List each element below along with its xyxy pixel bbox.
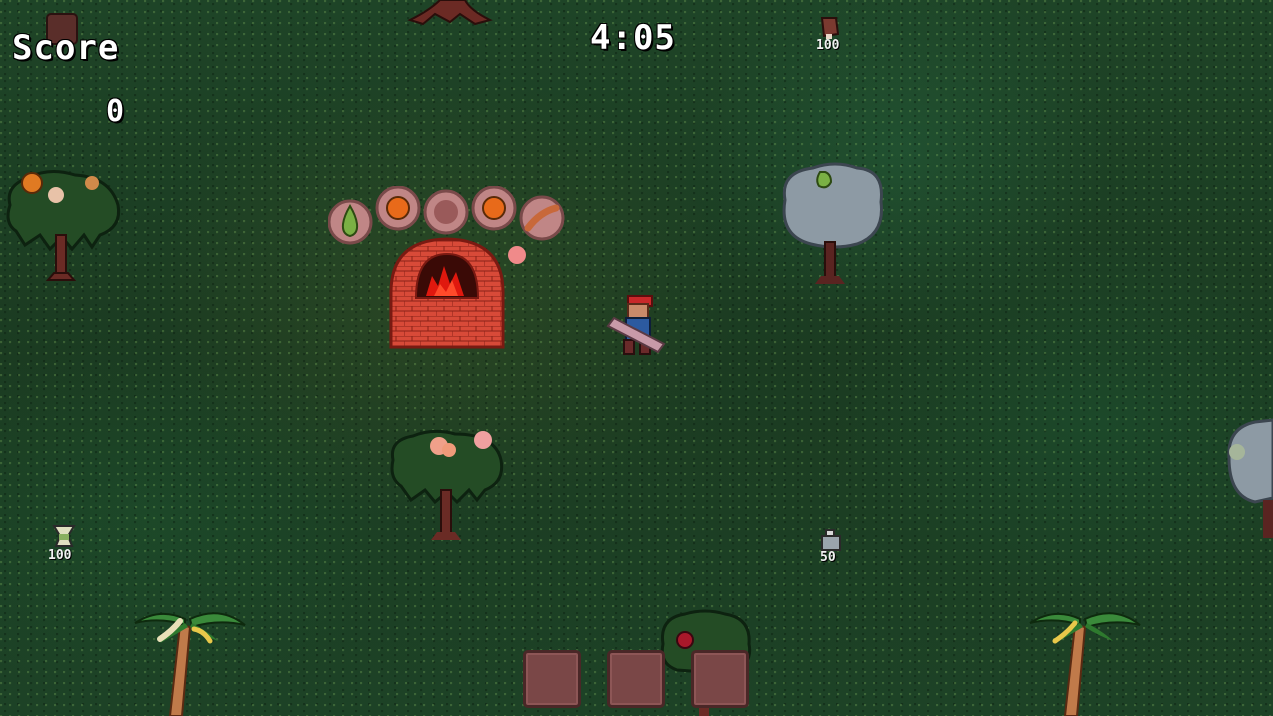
countdown-timer: 4:05 <box>590 18 676 58</box>
orange-tree[interactable] <box>0 165 125 290</box>
meat-leg-icon[interactable] <box>816 14 844 40</box>
meat-marker-label: 100 <box>816 38 840 53</box>
pale-tree-partial[interactable] <box>1225 418 1273 543</box>
trophy-icon[interactable] <box>50 524 78 548</box>
peach-tree[interactable] <box>385 428 510 546</box>
bottle-marker-label: 50 <box>820 550 836 565</box>
game-world[interactable]: Score 0 4:05 100 50 100 <box>0 0 1273 716</box>
orange-icon <box>482 196 506 220</box>
peach-icon <box>508 246 526 264</box>
empty-plate-icon <box>434 200 458 224</box>
brick-oven[interactable] <box>388 236 506 350</box>
score-value: 0 <box>106 94 126 129</box>
trophy-marker-label: 100 <box>48 548 72 563</box>
palm-tree-left[interactable] <box>130 605 250 716</box>
inventory-slot-3[interactable] <box>691 650 749 708</box>
orange-icon <box>386 196 410 220</box>
palm-tree-right[interactable] <box>1025 605 1145 716</box>
bottle-icon[interactable] <box>818 528 844 552</box>
player-character[interactable] <box>604 294 668 362</box>
pear-tree[interactable] <box>775 160 890 290</box>
score-label: Score <box>12 28 120 68</box>
inventory-slot-2[interactable] <box>607 650 665 708</box>
inventory-slot-1[interactable] <box>523 650 581 708</box>
tree-roots <box>407 0 493 26</box>
